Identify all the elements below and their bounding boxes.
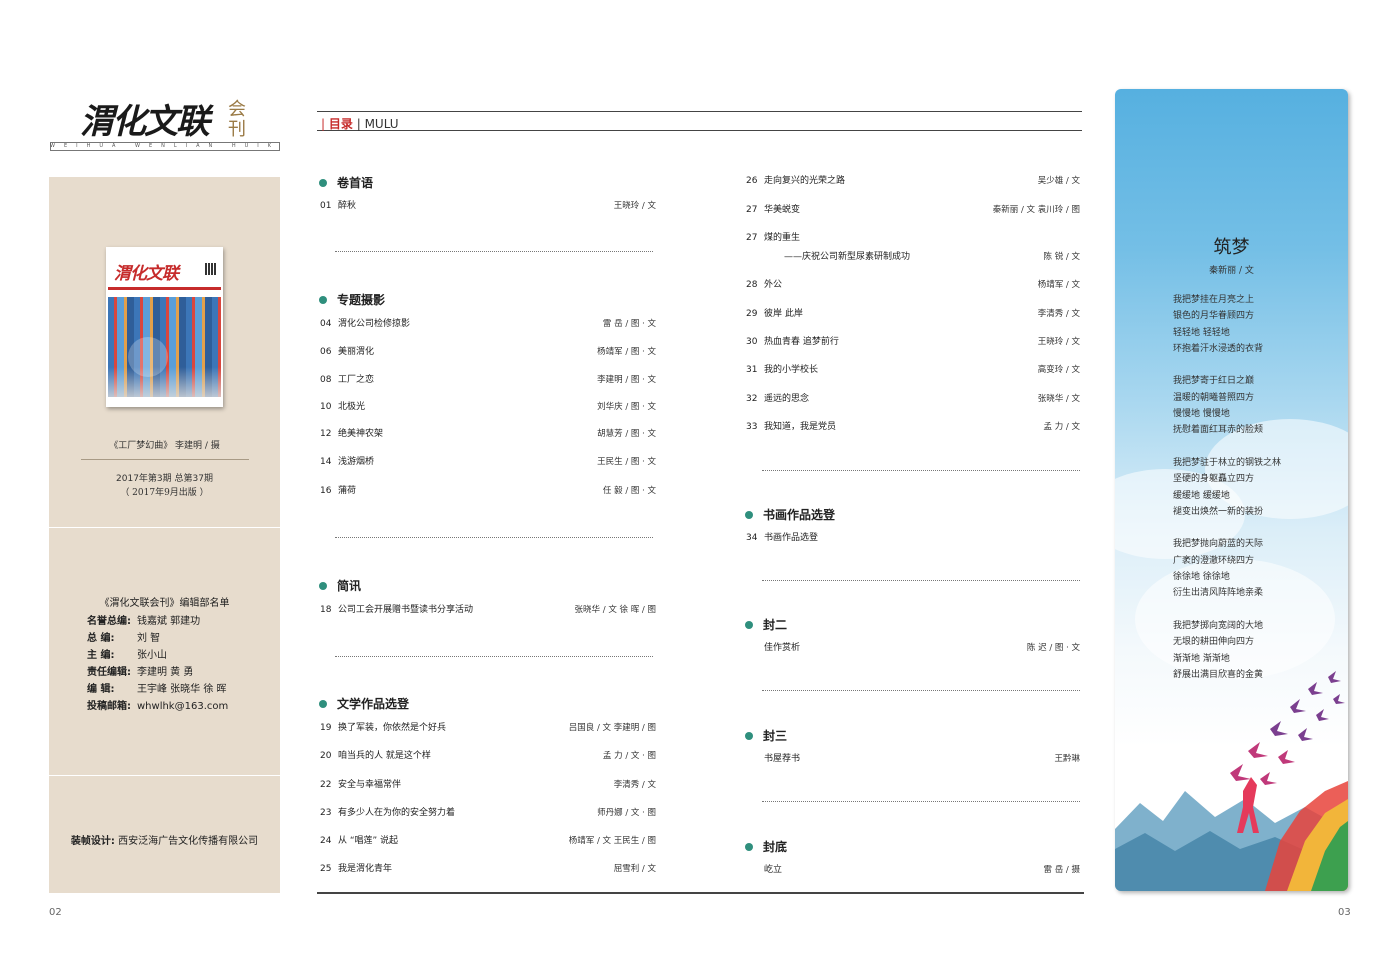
bullet-dot <box>745 621 753 629</box>
poem-line: 无垠的耕田伸向四方 <box>1173 637 1255 648</box>
toc-entry[interactable]: 20 咱当兵的人 就是这个样孟 力 / 文 · 图 <box>320 749 656 763</box>
poem-line: 衍生出清风阵阵地亲柔 <box>1173 588 1264 599</box>
toc-entry[interactable]: 04 渭化公司检修掠影雷 岳 / 图 · 文 <box>320 317 656 331</box>
toc-entry[interactable]: 屹立雷 岳 / 摄 <box>746 863 1080 877</box>
poem-panel: 筑梦 秦新丽 / 文 我把梦挂在月亮之上 银色的月华眷顾四方 轻轻地 轻轻地 环… <box>1115 89 1348 891</box>
toc-entry[interactable]: 19 换了军装，你依然是个好兵 吕国良 / 文 李建明 / 图 <box>320 721 656 735</box>
cover-title: 渭化文联 <box>114 264 179 284</box>
toc-entry[interactable]: 29 彼岸 此岸 李清秀 / 文 <box>746 307 1080 321</box>
poem-line: 缓缓地 缓缓地 <box>1173 490 1230 501</box>
panel-divider <box>49 527 280 528</box>
bullet-dot <box>745 511 753 519</box>
bullet-dot <box>745 843 753 851</box>
toc-entry[interactable]: 27 煤的重生 <box>746 231 1080 245</box>
dotted-divider <box>762 470 1080 471</box>
dotted-divider <box>335 251 653 252</box>
poem-line: 我把梦驻于林立的钢铁之林 <box>1173 457 1282 468</box>
issue-date: （ 2017年9月出版 ） <box>120 488 209 498</box>
cover-image <box>108 297 221 397</box>
toc-bottom-rule <box>317 892 1084 894</box>
poem-line: 坚硬的身躯矗立四方 <box>1173 474 1255 485</box>
staff-row: 总 编: 刘 智 <box>87 633 161 644</box>
poem-line: 银色的月华眷顾四方 <box>1173 311 1255 322</box>
toc-entry[interactable]: 33 我知道，我是党员孟 力 / 文 <box>746 420 1080 434</box>
poem-author: 秦新丽 / 文 <box>1209 266 1254 276</box>
cover-strip <box>108 287 221 290</box>
toc-entry[interactable]: 23 有多少人在为你的安全努力着 师丹娜 / 文 · 图 <box>320 806 656 820</box>
poem-line: 我把梦抛向蔚蓝的天际 <box>1173 539 1264 550</box>
issue-number: 2017年第3期 总第37期 <box>116 474 213 484</box>
poem-line: 我把梦挂在月亮之上 <box>1173 295 1255 305</box>
masthead-subtitle: WEIHUA WENLIAN HUIKAN <box>50 143 280 149</box>
toc-header: | 目录 | MULU <box>317 111 1082 131</box>
poem-line: 慢慢地 慢慢地 <box>1173 409 1230 420</box>
toc-entry[interactable]: 28 外公 杨靖军 / 文 <box>746 278 1080 292</box>
toc-entry[interactable]: 18 公司工会开展赠书暨读书分享活动 张晓华 / 文 徐 晖 / 图 <box>320 603 656 617</box>
staff-row: 主 编: 张小山 <box>87 650 167 661</box>
masthead-side-text: 会刊 <box>228 99 246 140</box>
poem-line: 轻轻地 轻轻地 <box>1173 327 1230 338</box>
toc-entry[interactable]: 30 热血青春 追梦前行 王晓玲 / 文 <box>746 335 1080 349</box>
poem-line: 广袤的澄澈环绕四方 <box>1173 555 1255 566</box>
poem-line: 温暖的朝曦普照四方 <box>1173 392 1255 403</box>
masthead-logo: 渭化文联 会刊 WEIHUA WENLIAN HUIKAN <box>50 82 282 154</box>
panel-divider <box>49 775 280 776</box>
bullet-dot <box>319 582 327 590</box>
dotted-divider <box>335 656 653 657</box>
staff-list: 名誉总编: 钱嘉斌 郭建功 总 编: 刘 智 主 编: 张小山 责任编辑: 李建明 黄 … <box>87 613 277 715</box>
dotted-divider <box>762 801 1080 802</box>
caption-divider <box>81 459 249 460</box>
poem-title: 筑梦 <box>1213 237 1250 258</box>
bullet-dot <box>319 179 327 187</box>
toc-entry[interactable]: 书屋荐书 王黔琳 <box>746 752 1080 766</box>
page-number-right: 03 <box>1338 907 1351 918</box>
left-info-panel: 渭化文联 《工厂梦幻曲》 李建明 / 摄 2017年第3期 总第37期 （ 20… <box>49 177 280 893</box>
toc-entry[interactable]: 27 华美蜕变 秦新丽 / 文 袁川玲 / 图 <box>746 203 1080 217</box>
cover-header: 渭化文联 <box>108 249 221 297</box>
poem-line: 我把梦掷向宽阔的大地 <box>1173 620 1264 631</box>
page-number-left: 02 <box>49 907 62 918</box>
poem-line: 我把梦寄于红日之巅 <box>1173 376 1255 387</box>
bullet-dot <box>319 296 327 304</box>
mountain-illustration <box>1115 777 1348 891</box>
toc-entry[interactable]: 14 浅游烟桥 王民生 / 图 · 文 <box>320 455 656 469</box>
toc-entry[interactable]: 22 安全与幸福常伴 李清秀 / 文 <box>320 778 656 792</box>
toc-entry[interactable]: 08 工厂之恋 李建明 / 图 · 文 <box>320 373 656 387</box>
toc-entry[interactable]: 34 书画作品选登 <box>746 531 1080 545</box>
toc-entry[interactable]: 06 美丽渭化 杨靖军 / 图 · 文 <box>320 345 656 359</box>
staff-title: 《渭化文联会刊》编辑部名单 <box>99 598 230 609</box>
poem-line: 渐渐地 渐渐地 <box>1173 653 1230 664</box>
toc-entry[interactable]: 12 绝美神农架 胡慧芳 / 图 · 文 <box>320 427 656 441</box>
toc-entry[interactable]: 16 蒲荷任 毅 / 图 · 文 <box>320 484 656 498</box>
poem-body: 我把梦挂在月亮之上 银色的月华眷顾四方 轻轻地 轻轻地 环抱着汗水浸透的衣背 我… <box>1173 292 1343 683</box>
staff-row: 投稿邮箱: whwlhk@163.com <box>87 701 229 712</box>
dotted-divider <box>762 580 1080 581</box>
masthead-title: 渭化文联 <box>80 102 210 142</box>
staff-row: 责任编辑: 李建明 黄 勇 <box>87 667 194 678</box>
toc-entry[interactable]: 10 北极光 刘华庆 / 图 · 文 <box>320 400 656 414</box>
bullet-dot <box>319 700 327 708</box>
cover-caption: 《工厂梦幻曲》 李建明 / 摄 <box>109 441 220 451</box>
toc-entry-subtitle[interactable]: ——庆祝公司新型尿素研制成功陈 锐 / 文 <box>746 250 1080 264</box>
toc-entry[interactable]: 佳作赏析陈 迟 / 图 · 文 <box>746 641 1080 655</box>
bullet-dot <box>745 732 753 740</box>
cover-thumbnail: 渭化文联 <box>106 247 223 407</box>
staff-row: 名誉总编: 钱嘉斌 郭建功 <box>87 616 201 627</box>
design-credit: 装帧设计: 西安泛海广告文化传播有限公司 <box>70 836 259 847</box>
poem-line: 褪变出焕然一新的装扮 <box>1173 506 1264 517</box>
poem-line: 徐徐地 徐徐地 <box>1173 572 1230 583</box>
toc-entry[interactable]: 31 我的小学校长 高变玲 / 文 <box>746 363 1080 377</box>
toc-entry[interactable]: 26 走向复兴的光荣之路 吴少雄 / 文 <box>746 174 1080 188</box>
poem-line: 环抱着汗水浸透的衣背 <box>1173 343 1264 354</box>
dotted-divider <box>762 690 1080 691</box>
toc-header-label: | 目录 | MULU <box>321 117 399 131</box>
toc-entry[interactable]: 01 醉秋 王晓玲 / 文 <box>320 199 656 213</box>
poem-line: 抚慰着面红耳赤的脸颊 <box>1173 425 1264 436</box>
staff-row: 编 辑: 王宇峰 张晓华 徐 晖 <box>87 684 227 695</box>
toc-entry[interactable]: 32 遥远的思念 张晓华 / 文 <box>746 392 1080 406</box>
toc-entry[interactable]: 25 我是渭化青年 屈雪利 / 文 <box>320 862 656 876</box>
qr-code-icon <box>205 263 217 275</box>
toc-entry[interactable]: 24 从 “唱莲” 说起 杨靖军 / 文 王民生 / 图 <box>320 834 656 848</box>
dotted-divider <box>335 537 653 538</box>
